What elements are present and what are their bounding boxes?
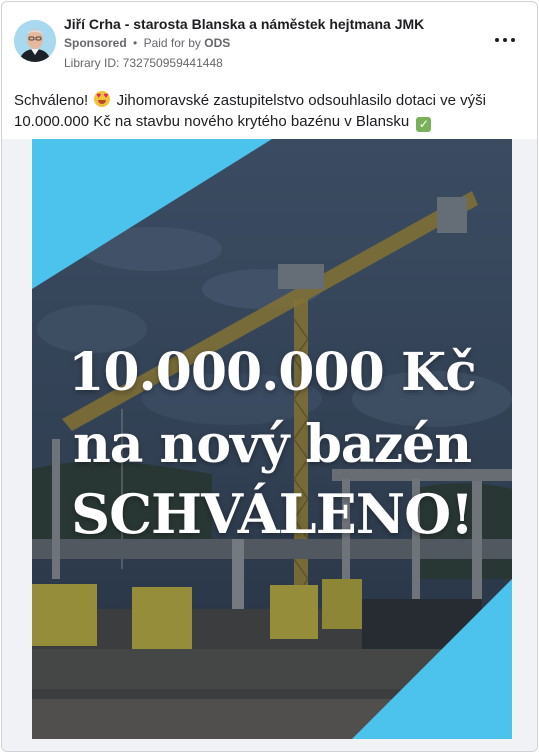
ad-creative-image[interactable]: 10.000.000 Kč na nový bazén SCHVÁLENO!	[32, 139, 512, 739]
more-dot	[503, 38, 507, 42]
library-id: Library ID: 732750959441448	[64, 56, 223, 70]
page-name[interactable]: Jiří Crha - starosta Blanska a náměstek …	[64, 16, 424, 32]
paid-for-by-funder[interactable]: ODS	[204, 36, 230, 50]
sponsored-post-card: Jiří Crha - starosta Blanska a náměstek …	[1, 1, 538, 752]
post-text-exclamation: Schváleno!	[14, 92, 89, 109]
heart-eyes-emoji-icon	[94, 91, 111, 107]
more-horizontal-icon[interactable]	[495, 36, 515, 44]
more-dot	[495, 38, 499, 42]
check-mark-emoji-icon: ✓	[416, 117, 432, 132]
headline-amount: 10.000.000 Kč	[68, 342, 477, 403]
post-body-text: Schváleno! Jihomoravské zastupitelstvo o…	[14, 90, 524, 132]
headline-subject: na nový bazén	[72, 414, 472, 475]
avatar-image	[14, 20, 56, 62]
media-container: 10.000.000 Kč na nový bazén SCHVÁLENO!	[2, 139, 537, 751]
meta-separator: •	[133, 36, 138, 50]
sponsored-meta: Sponsored • Paid for by ODS	[64, 36, 230, 50]
sponsored-label: Sponsored	[64, 36, 127, 50]
more-dot	[511, 38, 515, 42]
paid-for-prefix: Paid for by	[143, 36, 201, 50]
avatar[interactable]	[14, 20, 56, 62]
post-header: Jiří Crha - starosta Blanska a náměstek …	[2, 2, 537, 82]
headline-status: SCHVÁLENO!	[71, 482, 474, 546]
